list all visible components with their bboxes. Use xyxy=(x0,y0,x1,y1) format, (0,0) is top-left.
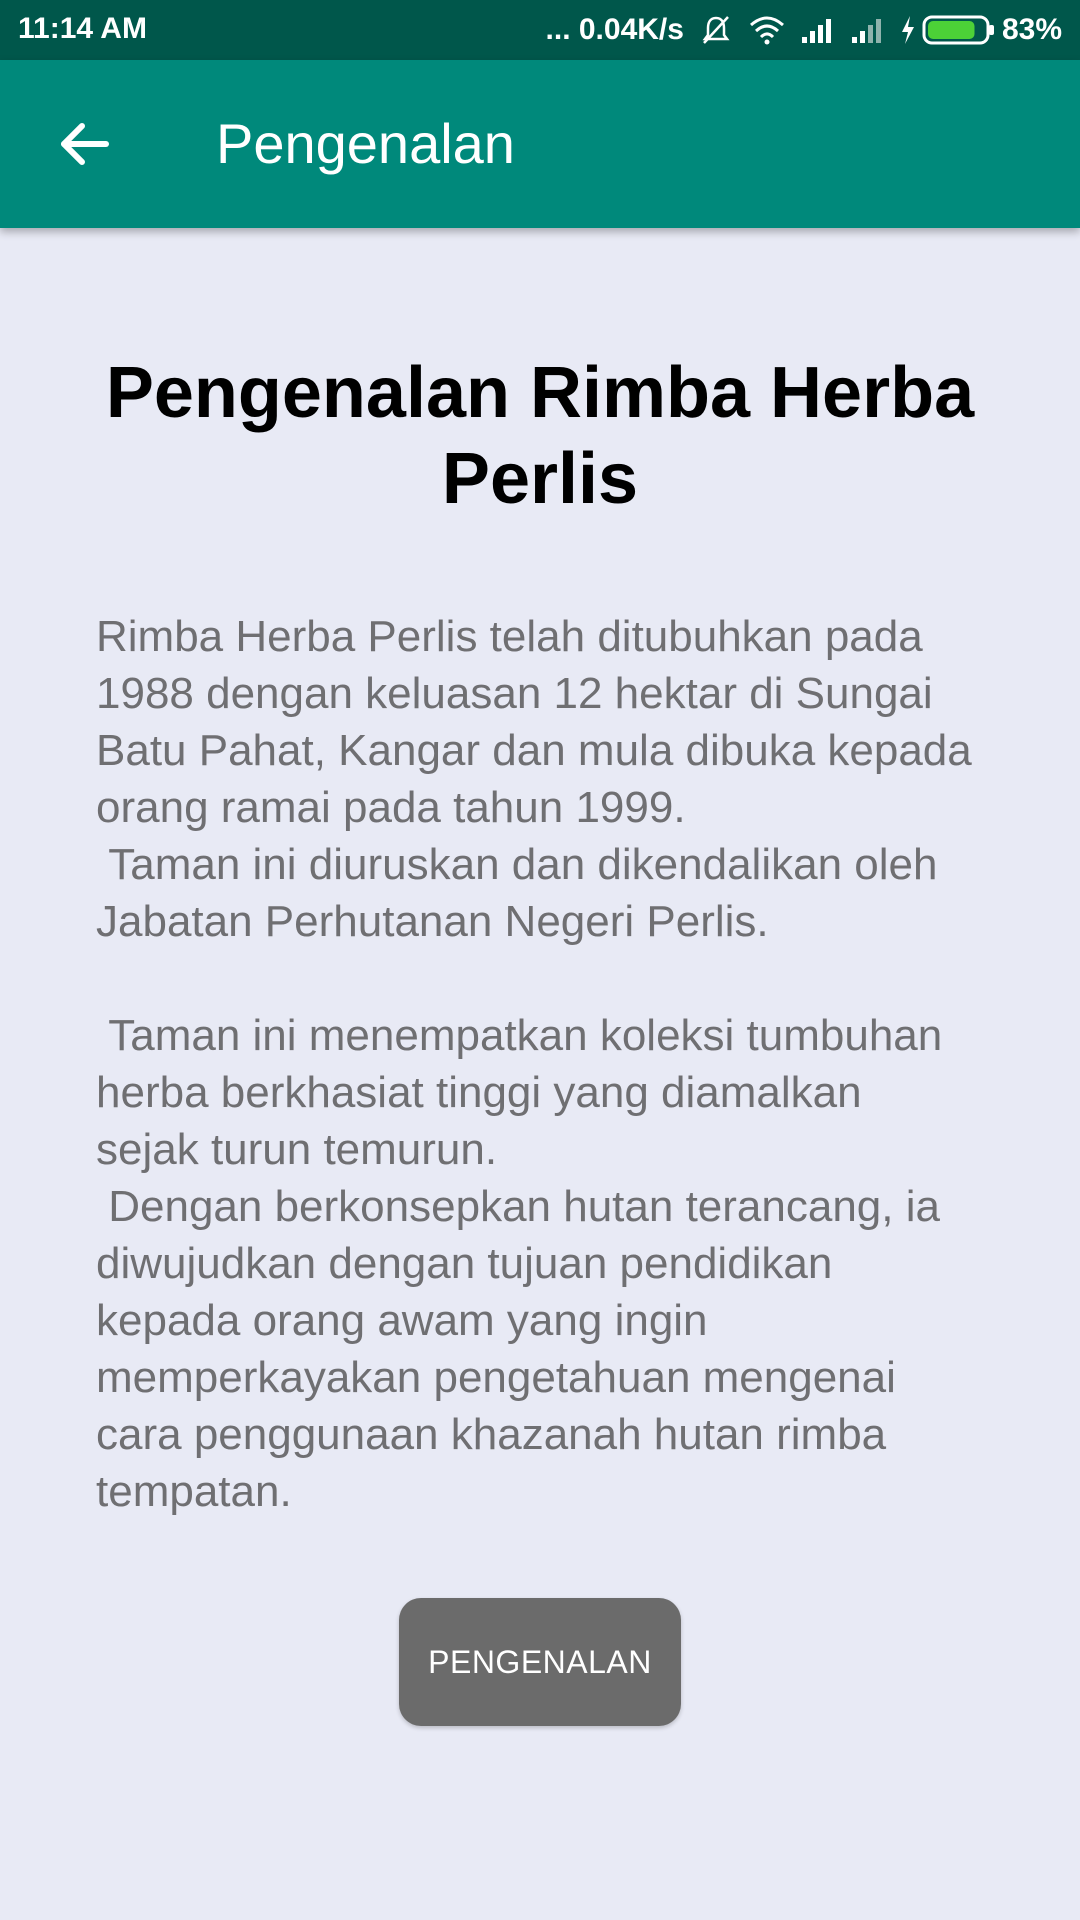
battery-icon xyxy=(922,14,996,46)
status-icons: ... 0.04K/s 83% xyxy=(546,10,1062,50)
pengenalan-button[interactable]: PENGENALAN xyxy=(399,1598,681,1726)
network-speed: ... 0.04K/s xyxy=(545,13,684,46)
page-title: Pengenalan Rimba Herba Perlis xyxy=(105,353,975,519)
signal-icon xyxy=(800,15,836,45)
battery-percent: 83% xyxy=(1001,13,1062,46)
arrow-back-icon xyxy=(61,123,109,165)
intro-paragraph: Rimba Herba Perlis telah ditubuhkan pada… xyxy=(96,612,972,1516)
wifi-icon xyxy=(748,15,786,45)
signal-icon xyxy=(850,15,886,45)
back-button[interactable] xyxy=(40,104,128,184)
app-bar: Pengenalan xyxy=(0,60,1080,228)
battery-indicator: 83% xyxy=(900,13,1062,47)
app-bar-title: Pengenalan xyxy=(216,112,515,175)
status-time: 11:14 AM xyxy=(18,12,147,45)
mute-vibrate-icon xyxy=(698,12,734,48)
charging-icon xyxy=(900,15,916,45)
status-bar: 11:14 AM ... 0.04K/s 83% xyxy=(0,0,1080,60)
